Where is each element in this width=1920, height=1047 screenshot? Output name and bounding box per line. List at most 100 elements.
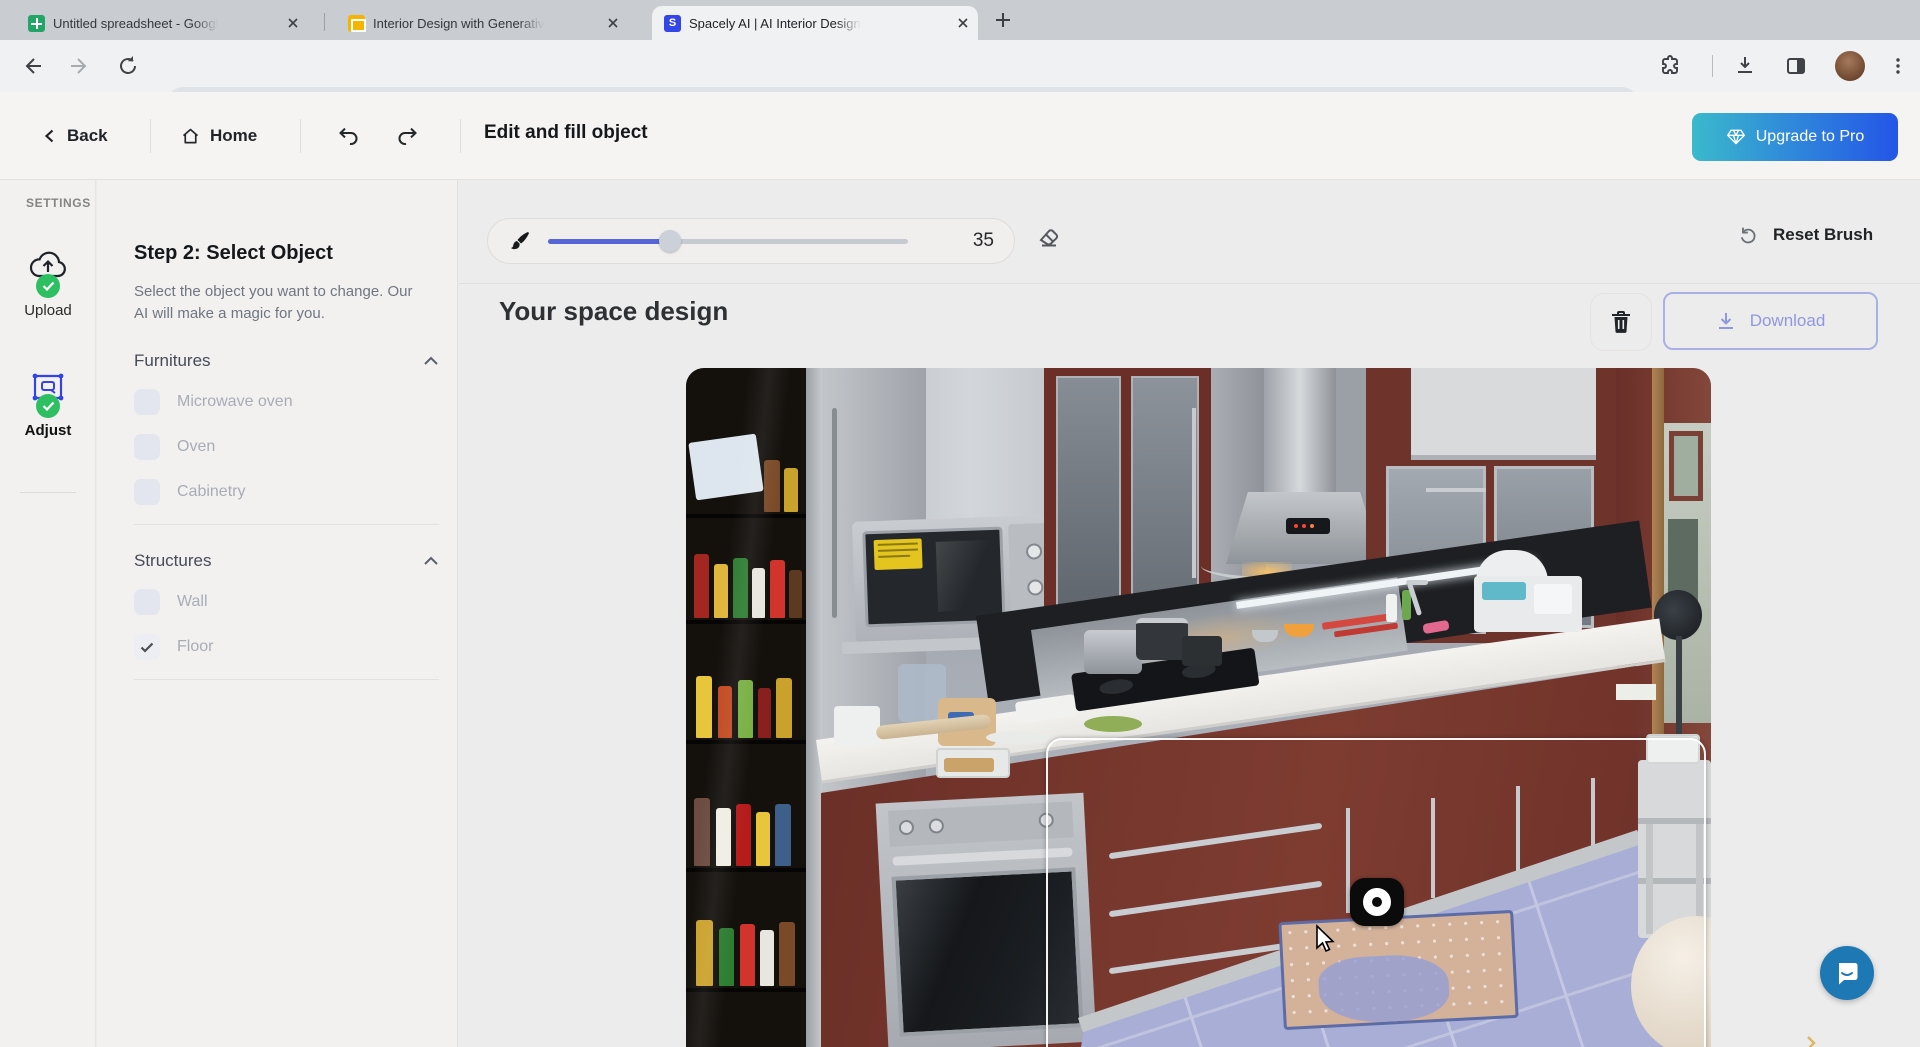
main-area: 35 Reset Brush Your space design Downloa… — [459, 180, 1920, 1047]
checkbox-checked[interactable] — [134, 634, 160, 660]
google-sheets-icon — [28, 15, 45, 32]
tab-title: Untitled spreadsheet - Googl — [53, 16, 218, 31]
step-complete-check-icon — [36, 274, 60, 298]
brush-size-slider[interactable] — [548, 230, 908, 252]
eraser-icon[interactable] — [1036, 224, 1062, 250]
side-panel-icon[interactable] — [1784, 54, 1808, 78]
checkbox[interactable] — [134, 479, 160, 505]
step-complete-check-icon — [36, 394, 60, 418]
new-tab-icon[interactable] — [992, 9, 1014, 31]
slider-thumb[interactable] — [659, 230, 681, 252]
rail-divider — [20, 492, 76, 493]
step-label: Upload — [0, 302, 96, 319]
sidebar-step-upload[interactable]: Upload — [0, 250, 96, 319]
reset-icon — [1737, 224, 1759, 246]
download-label: Download — [1750, 311, 1826, 331]
slider-fill — [548, 239, 670, 244]
header-divider — [150, 119, 151, 153]
brush-icon[interactable] — [508, 229, 532, 253]
hood-control-panel — [1286, 518, 1330, 534]
step-label: Adjust — [0, 422, 96, 439]
step-description: Select the object you want to change. Ou… — [134, 281, 422, 325]
back-button[interactable]: Back — [42, 118, 108, 154]
section-structures[interactable]: Structures — [134, 551, 439, 571]
header-divider — [460, 119, 461, 153]
checkbox-row-cabinetry[interactable]: Cabinetry — [134, 479, 437, 505]
checkbox-row-microwave-oven[interactable]: Microwave oven — [134, 389, 437, 415]
panel-divider — [134, 679, 439, 680]
reset-brush-label: Reset Brush — [1773, 225, 1873, 245]
doorway — [1664, 423, 1711, 723]
google-slides-icon — [348, 15, 365, 32]
design-canvas-image[interactable] — [686, 368, 1711, 1047]
header-divider — [300, 119, 301, 153]
pantry-frame — [806, 368, 822, 1047]
check-icon — [140, 642, 154, 653]
back-label: Back — [67, 126, 108, 146]
chat-bubble-icon — [1834, 960, 1860, 986]
checkbox-label: Floor — [177, 638, 213, 656]
page-title: Edit and fill object — [484, 122, 648, 144]
redo-icon[interactable] — [396, 124, 420, 148]
checkbox[interactable] — [134, 389, 160, 415]
checkbox-row-floor[interactable]: Floor — [134, 634, 437, 660]
undo-icon[interactable] — [336, 124, 360, 148]
canvas-heading: Your space design — [499, 296, 728, 327]
profile-avatar[interactable] — [1835, 51, 1865, 81]
brush-toolbar: 35 — [487, 218, 1015, 264]
step-title: Step 2: Select Object — [134, 242, 437, 265]
dish-rack — [1474, 576, 1582, 632]
close-tab-icon[interactable] — [608, 18, 618, 28]
checkbox-label: Wall — [177, 593, 208, 611]
browser-menu-icon[interactable] — [1886, 54, 1910, 78]
upgrade-label: Upgrade to Pro — [1756, 128, 1865, 146]
reset-brush-button[interactable]: Reset Brush — [1737, 224, 1873, 246]
downloads-icon[interactable] — [1733, 54, 1757, 78]
chevron-up-icon — [423, 556, 439, 566]
download-button[interactable]: Download — [1663, 292, 1878, 350]
tab-separator — [324, 13, 325, 31]
checkbox[interactable] — [134, 589, 160, 615]
checkbox-row-wall[interactable]: Wall — [134, 589, 437, 615]
section-furnitures[interactable]: Furnitures — [134, 351, 439, 371]
tab-untitled-spreadsheet[interactable]: Untitled spreadsheet - Googl — [16, 6, 308, 40]
checkbox[interactable] — [134, 434, 160, 460]
sidebar-step-adjust[interactable]: Adjust — [0, 372, 96, 439]
spacely-favicon-icon: S — [664, 15, 681, 32]
brush-size-value: 35 — [973, 230, 994, 252]
checkbox-label: Microwave oven — [177, 393, 293, 411]
pot — [1084, 630, 1142, 674]
section-label: Furnitures — [134, 351, 211, 371]
checkbox-row-oven[interactable]: Oven — [134, 434, 437, 460]
home-button[interactable]: Home — [180, 118, 257, 154]
extensions-icon[interactable] — [1660, 54, 1684, 78]
panel-divider — [134, 524, 439, 525]
range-hood-chimney — [1264, 368, 1336, 496]
next-chevron-icon — [1805, 1036, 1821, 1047]
tab-spacely-ai[interactable]: S Spacely AI | AI Interior Design — [652, 6, 978, 40]
browser-back-icon[interactable] — [20, 54, 44, 78]
checkbox-label: Oven — [177, 438, 215, 456]
pot — [1136, 618, 1188, 660]
browser-reload-icon[interactable] — [116, 54, 140, 78]
section-label: Structures — [134, 551, 211, 571]
tab-interior-design-slides[interactable]: Interior Design with Generativ — [336, 6, 628, 40]
browser-tab-strip: Untitled spreadsheet - Googl Interior De… — [0, 0, 1920, 40]
section-divider — [459, 283, 1920, 284]
trash-icon — [1610, 310, 1632, 334]
tab-title: Interior Design with Generativ — [373, 16, 544, 31]
chat-launcher-button[interactable] — [1820, 946, 1874, 1000]
home-label: Home — [210, 126, 257, 146]
upgrade-to-pro-button[interactable]: Upgrade to Pro — [1692, 113, 1898, 161]
step-panel: Step 2: Select Object Select the object … — [97, 180, 458, 1047]
close-tab-icon[interactable] — [288, 18, 298, 28]
brush-cursor — [1350, 878, 1404, 926]
browser-forward-icon[interactable] — [68, 54, 92, 78]
microwave-label — [874, 538, 923, 570]
close-tab-icon[interactable] — [958, 18, 968, 28]
toolbar-divider — [1712, 55, 1713, 77]
delete-design-button[interactable] — [1590, 293, 1652, 351]
mouse-cursor — [1313, 924, 1335, 954]
browser-toolbar: spacely.ai/app/tool/edit-and-fill — [0, 40, 1920, 92]
settings-label: SETTINGS — [26, 196, 91, 210]
